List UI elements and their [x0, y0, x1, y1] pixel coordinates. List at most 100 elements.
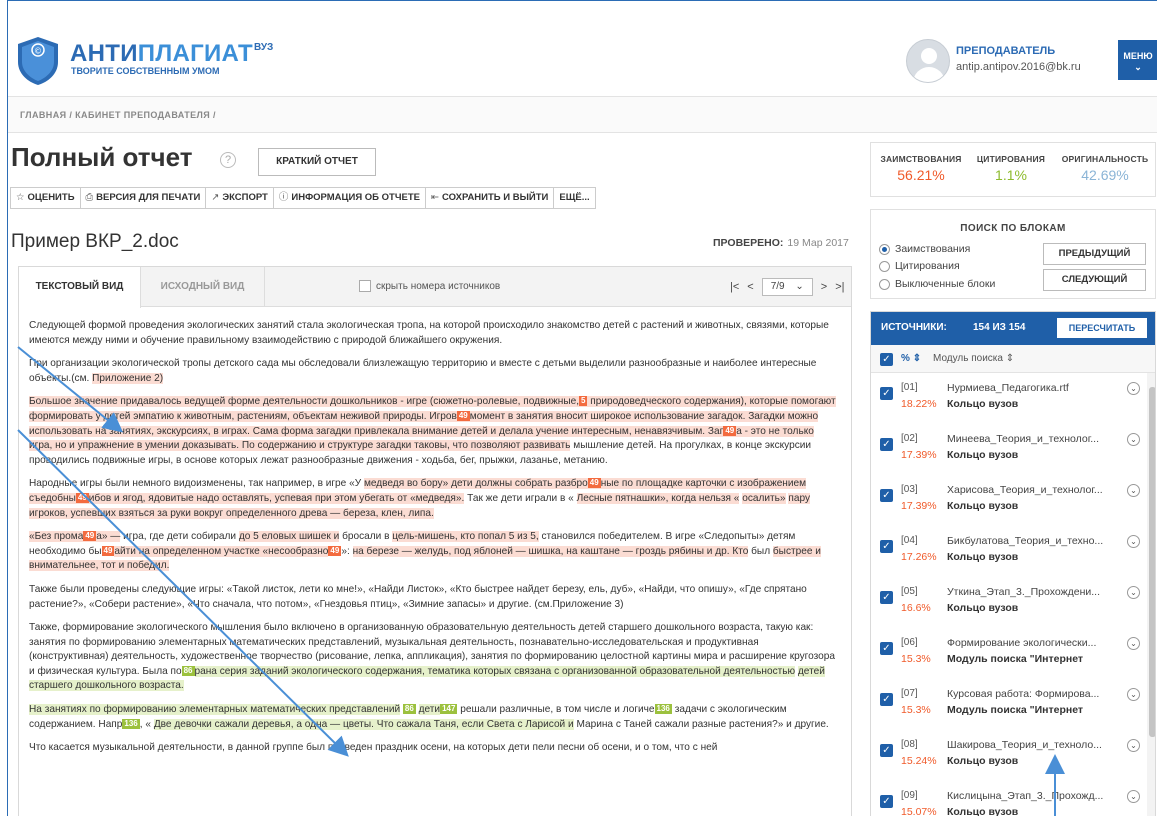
prev-page-icon[interactable]: < [747, 281, 753, 293]
cited-fragment[interactable]: дети [418, 704, 441, 716]
expand-chevron-icon[interactable]: ⌄ [1127, 535, 1140, 548]
expand-chevron-icon[interactable]: ⌄ [1127, 790, 1140, 803]
source-badge[interactable]: 49 [83, 531, 97, 542]
citation-badge[interactable]: 86 [402, 704, 416, 715]
info-icon: ⓘ [278, 192, 289, 203]
source-name[interactable]: Кислицына_Этап_3._Прохожд... [947, 790, 1127, 802]
citation-badge[interactable]: 136 [654, 704, 672, 715]
text-span: «Без прома [29, 531, 84, 543]
radio-disabled-blocks[interactable]: Выключенные блоки [879, 278, 995, 290]
recount-button[interactable]: ПЕРЕСЧИТАТЬ [1057, 318, 1147, 338]
cited-fragment[interactable]: детей [797, 665, 825, 677]
borrowed-fragment[interactable]: Лесные пятнашки», когда нельзя « [576, 492, 740, 504]
source-checkbox[interactable]: ✓ [880, 744, 893, 757]
source-row[interactable]: ✓ [04] Бикбулатова_Теория_и_техно... 17.26%… [871, 526, 1147, 577]
source-row[interactable]: ✓ [02] Минеева_Теория_и_технолог... 17.39% К… [871, 424, 1147, 475]
avatar-body-icon [913, 67, 945, 82]
expand-chevron-icon[interactable]: ⌄ [1127, 739, 1140, 752]
cited-fragment[interactable]: рана серия заданий экологического содерж… [194, 665, 796, 677]
select-all-checkbox[interactable]: ✓ [880, 353, 893, 366]
export-button[interactable]: ↗ ЭКСПОРТ [206, 188, 274, 208]
source-name[interactable]: Уткина_Этап_3._Прохождени... [947, 586, 1127, 598]
source-row[interactable]: ✓ [01] Нурмиева_Педагогика.rtf 18.22% Кольцо… [871, 373, 1147, 424]
breadcrumb[interactable]: ГЛАВНАЯ / КАБИНЕТ ПРЕПОДАВАТЕЛЯ / [20, 110, 216, 120]
cited-fragment[interactable]: На занятиях по формированию элементарных… [29, 704, 401, 716]
expand-chevron-icon[interactable]: ⌄ [1127, 637, 1140, 650]
more-button[interactable]: ЕЩЁ... [554, 188, 594, 208]
borrowed-fragment[interactable]: айти на определенном участке «несообразн… [114, 545, 329, 557]
brand-name[interactable]: АНТИПЛАГИАТ [70, 40, 253, 68]
source-percent: 15.07% [901, 806, 937, 816]
next-page-icon[interactable]: > [821, 281, 827, 293]
borrowed-fragment[interactable]: цель-мишень, кто попал 5 из 5, [392, 531, 539, 543]
column-search-module[interactable]: Модуль поиска ⇕ [933, 353, 1014, 364]
page-select[interactable]: 7/9 ⌄ [761, 278, 813, 296]
source-row[interactable]: ✓ [06] Формирование экологически... 15.3% Мо… [871, 628, 1147, 679]
source-row[interactable]: ✓ [05] Уткина_Этап_3._Прохождени... 16.6% Ко… [871, 577, 1147, 628]
citation-badge[interactable]: 136 [122, 718, 140, 729]
source-badge[interactable]: 49 [456, 410, 470, 421]
source-row[interactable]: ✓ [08] Шакирова_Теория_и_техноло... 15.24% К… [871, 730, 1147, 781]
source-checkbox[interactable]: ✓ [880, 489, 893, 502]
scrollbar-thumb[interactable] [1149, 387, 1155, 737]
tab-source-view[interactable]: ИСХОДНЫЙ ВИД [141, 267, 265, 307]
source-checkbox[interactable]: ✓ [880, 693, 893, 706]
source-checkbox[interactable]: ✓ [880, 438, 893, 451]
last-page-icon[interactable]: >| [835, 281, 844, 293]
source-row[interactable]: ✓ [07] Курсовая работа: Формирова... 15.3% М… [871, 679, 1147, 730]
source-badge[interactable]: 5 [579, 396, 588, 407]
radio-borrowings[interactable]: Заимствования [879, 243, 970, 255]
borrowed-fragment[interactable]: до 5 еловых шишек и [238, 531, 340, 543]
source-checkbox[interactable]: ✓ [880, 591, 893, 604]
avatar[interactable] [906, 39, 950, 83]
expand-chevron-icon[interactable]: ⌄ [1127, 688, 1140, 701]
short-report-button[interactable]: КРАТКИЙ ОТЧЕТ [258, 148, 376, 176]
source-name[interactable]: Харисова_Теория_и_технолог... [947, 484, 1127, 496]
first-page-icon[interactable]: |< [730, 281, 739, 293]
print-version-button[interactable]: ⎙ ВЕРСИЯ ДЛЯ ПЕЧАТИ [81, 188, 207, 208]
source-checkbox[interactable]: ✓ [880, 795, 893, 808]
borrowed-fragment[interactable]: «Без прома 49 а» — [29, 531, 121, 543]
report-info-button[interactable]: ⓘ ИНФОРМАЦИЯ ОБ ОТЧЕТЕ [274, 188, 426, 208]
expand-chevron-icon[interactable]: ⌄ [1127, 484, 1140, 497]
source-row[interactable]: ✓ [03] Харисова_Теория_и_технолог... 17.39%… [871, 475, 1147, 526]
expand-chevron-icon[interactable]: ⌄ [1127, 586, 1140, 599]
rate-button[interactable]: ☆ ОЦЕНИТЬ [11, 188, 81, 208]
borrowed-fragment[interactable]: на березе — желудь, под яблоней — шишка,… [352, 545, 749, 557]
source-row[interactable]: ✓ [09] Кислицына_Этап_3._Прохожд... 15.07% К… [871, 781, 1147, 816]
cited-fragment[interactable]: старшего дошкольного возраста. [29, 680, 184, 692]
borrowed-fragment[interactable]: Приложение 2) [92, 372, 164, 384]
source-checkbox[interactable]: ✓ [880, 540, 893, 553]
source-name[interactable]: Курсовая работа: Формирова... [947, 688, 1127, 700]
tab-text-view[interactable]: ТЕКСТОВЫЙ ВИД [19, 267, 141, 308]
expand-chevron-icon[interactable]: ⌄ [1127, 433, 1140, 446]
source-checkbox[interactable]: ✓ [880, 387, 893, 400]
previous-block-button[interactable]: ПРЕДЫДУЩИЙ [1043, 243, 1146, 265]
help-icon[interactable]: ? [220, 152, 236, 168]
radio-label: Выключенные блоки [895, 278, 996, 290]
menu-button[interactable]: МЕНЮ ⌄ [1118, 40, 1157, 80]
source-checkbox[interactable]: ✓ [880, 642, 893, 655]
source-name[interactable]: Нурмиева_Педагогика.rtf [947, 382, 1127, 394]
cited-fragment[interactable]: Две девочки сажали деревья, а одна — цве… [153, 718, 574, 730]
source-badge[interactable]: 49 [587, 478, 601, 489]
expand-chevron-icon[interactable]: ⌄ [1127, 382, 1140, 395]
source-badge[interactable]: 49 [101, 545, 115, 556]
column-percent[interactable]: % ⇕ [901, 353, 921, 364]
source-name[interactable]: Шакирова_Теория_и_техноло... [947, 739, 1127, 751]
source-name[interactable]: Минеева_Теория_и_технолог... [947, 433, 1127, 445]
radio-citations[interactable]: Цитирования [879, 260, 960, 272]
citation-badge[interactable]: 86 [181, 665, 195, 676]
text-span: решали различные, в том числе и логиче [460, 704, 655, 716]
citation-badge[interactable]: 147 [440, 704, 458, 715]
hide-source-numbers-checkbox[interactable]: скрыть номера источников [359, 280, 500, 292]
save-exit-button[interactable]: ⇤ СОХРАНИТЬ И ВЫЙТИ [426, 188, 555, 208]
source-name[interactable]: Формирование экологически... [947, 637, 1127, 649]
source-badge[interactable]: 49 [328, 545, 342, 556]
source-name[interactable]: Бикбулатова_Теория_и_техно... [947, 535, 1127, 547]
borrowed-fragment[interactable]: осалить» [742, 492, 786, 504]
source-badge[interactable]: 49 [723, 425, 737, 436]
source-badge[interactable]: 49 [75, 492, 89, 503]
user-role[interactable]: ПРЕПОДАВАТЕЛЬ [956, 45, 1055, 57]
next-block-button[interactable]: СЛЕДУЮЩИЙ [1043, 269, 1146, 291]
